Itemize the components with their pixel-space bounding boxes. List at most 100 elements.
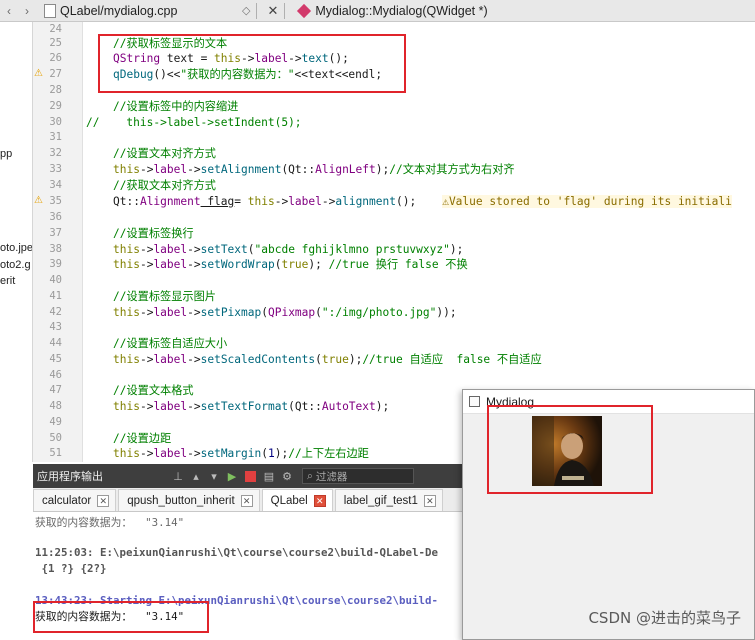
line-number: 32 (49, 147, 62, 159)
member: label (288, 195, 322, 208)
type: Alignment (139, 195, 201, 208)
code-line: this->label->setScaledContents(true);//t… (113, 353, 542, 367)
member: label (153, 243, 188, 256)
keyword: this (113, 400, 140, 413)
comment: //设置文本格式 (113, 384, 194, 397)
dialog-titlebar[interactable]: Mydialog (463, 390, 754, 414)
file-selector-arrow-icon[interactable]: ◇ (242, 4, 250, 17)
code-text: ( (247, 243, 255, 256)
back-button[interactable]: ‹ (0, 4, 18, 18)
code-text: ( (315, 306, 322, 319)
tab-qpush-button-inherit[interactable]: qpush_button_inherit ✕ (118, 489, 260, 511)
code-text: (); (328, 52, 349, 65)
code-line: //设置标签显示图片 (113, 290, 216, 304)
close-tab-icon[interactable]: ✕ (97, 494, 110, 507)
stop-icon[interactable] (245, 470, 256, 482)
project-tree-item[interactable]: oto2.g (0, 259, 31, 271)
comment: //设置标签显示图片 (113, 290, 216, 303)
output-line: 获取的内容数据为： "3.14" (35, 610, 185, 623)
keyword: this (113, 163, 140, 176)
keyword: this (113, 353, 140, 366)
tab-label: qpush_button_inherit (127, 494, 235, 507)
comment: //设置标签中的内容缩进 (113, 100, 239, 113)
code-text: -> (139, 447, 154, 460)
symbol-selector[interactable]: Mydialog::Mydialog(QWidget *) (315, 4, 487, 18)
code-line: //获取文本对齐方式 (113, 179, 216, 193)
code-text: ( (261, 447, 268, 460)
tab-label: QLabel (270, 494, 308, 507)
function: setTextFormat (200, 400, 289, 413)
function: alignment (335, 195, 396, 208)
project-tree-item[interactable]: oto.jpe (0, 242, 32, 254)
comment: //设置标签换行 (113, 227, 194, 240)
attach-icon[interactable]: ⊥ (169, 470, 187, 483)
line-number: 40 (49, 274, 62, 286)
forward-button[interactable]: › (18, 4, 36, 18)
tab-qlabel[interactable]: QLabel ✕ (261, 489, 333, 511)
output-line: 13:43:23: Starting E:\peixunQianrushi\Qt… (35, 594, 439, 607)
code-line: this->label->setText("abcde fghijklmno p… (113, 243, 463, 257)
code-text: ); (375, 163, 390, 176)
window-icon (469, 396, 480, 407)
tab-label-gif-test1[interactable]: label_gif_test1 ✕ (334, 489, 443, 511)
code-line: //设置边距 (113, 432, 171, 446)
string: ":/img/photo.jpg" (321, 306, 437, 319)
line-number: 44 (49, 337, 62, 349)
close-tab-icon[interactable]: ✕ (313, 494, 326, 507)
code-text: ); (274, 447, 289, 460)
code-text: ); (308, 258, 329, 271)
close-tab-icon[interactable]: ✕ (240, 494, 253, 507)
settings-icon[interactable]: ⚙ (278, 470, 296, 483)
comment: //设置边距 (113, 432, 172, 445)
function: text (301, 52, 329, 65)
function: qDebug (113, 68, 154, 81)
keyword: this (113, 306, 140, 319)
close-tab-icon[interactable]: ✕ (423, 494, 436, 507)
code-text: -> (288, 52, 302, 65)
file-selector[interactable]: QLabel/mydialog.cpp (60, 4, 242, 18)
function: setScaledContents (200, 353, 316, 366)
output-line: {1 ?} {2?} (35, 562, 107, 575)
comment: //设置标签自适应大小 (113, 337, 228, 350)
line-number: 28 (49, 84, 62, 96)
close-document-button[interactable]: ✕ (267, 3, 278, 19)
member: label (153, 447, 188, 460)
line-number: 33 (49, 163, 62, 175)
project-tree-item[interactable]: pp (0, 148, 12, 160)
member: label (153, 400, 188, 413)
code-text: )); (436, 306, 457, 319)
comment: //true 换行 false 不换 (328, 258, 468, 271)
inline-warning[interactable]: ⚠Value stored to 'flag' during its initi… (442, 195, 732, 208)
application-output[interactable]: 获取的内容数据为： "3.14" 11:25:03: E:\peixunQian… (33, 512, 462, 640)
next-icon[interactable]: ▾ (205, 470, 223, 483)
keyword: this (113, 243, 140, 256)
line-number-gutter: 24 25 26 ⚠ 27 28 29 30 31 32 33 34 ⚠ 35 … (33, 22, 83, 462)
file-icon (44, 3, 56, 18)
filter-input[interactable]: ⌕ 过滤器 (302, 468, 414, 484)
prev-icon[interactable]: ▴ (187, 470, 205, 483)
line-number: 38 (49, 243, 62, 255)
line-number: 29 (49, 100, 62, 112)
line-number: 30 (49, 116, 62, 128)
code-line: //设置标签换行 (113, 227, 194, 241)
tab-label: calculator (42, 494, 92, 507)
code-line: this->label->setWordWrap(true); //true 换… (113, 258, 468, 272)
code-line: QString text = this->label->text(); (113, 52, 349, 66)
code-text: -> (187, 258, 201, 271)
comment: //true 自适应 false 不自适应 (362, 353, 542, 366)
code-text: -> (187, 306, 201, 319)
mydialog-window[interactable]: Mydialog (462, 389, 755, 640)
code-text: = (234, 195, 248, 208)
output-line: 获取的内容数据为： "3.14" (35, 516, 185, 529)
project-tree-item[interactable]: erit (0, 275, 15, 287)
tab-calculator[interactable]: calculator ✕ (33, 489, 117, 511)
output-panel-title: 应用程序输出 (37, 471, 103, 483)
label-photo (532, 416, 602, 486)
code-text: ); (375, 400, 390, 413)
code-text: -> (187, 400, 201, 413)
run-icon[interactable]: ▶ (223, 470, 241, 483)
string: "获取的内容数据为：" (180, 68, 295, 81)
code-text: ( (261, 306, 268, 319)
comment: //文本对其方式为右对齐 (389, 163, 515, 176)
clear-icon[interactable]: ▤ (260, 470, 278, 483)
